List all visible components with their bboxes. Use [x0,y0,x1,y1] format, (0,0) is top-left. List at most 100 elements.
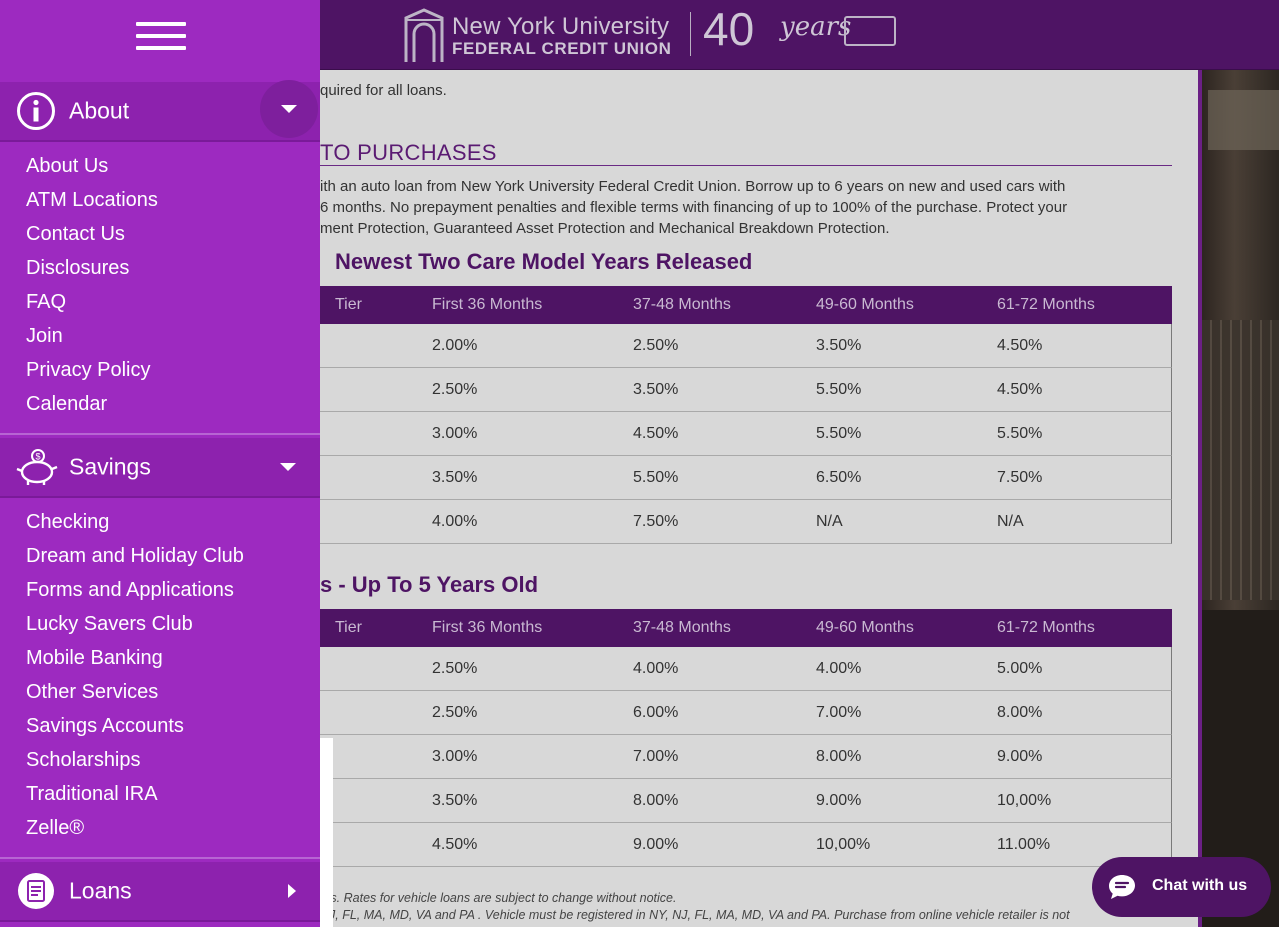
section-title: TO PURCHASES [320,140,497,165]
svg-text:$: $ [36,452,41,462]
header-cell: 49-60 Months [816,296,914,313]
table-cell: 3.00% [432,424,478,442]
table-cell: 4.50% [997,380,1043,398]
table-cell: 7.50% [633,512,679,530]
nyu-fcu-logo[interactable]: New York University FEDERAL CREDIT UNION… [400,3,900,66]
intro-line: ment Protection, Guaranteed Asset Protec… [320,220,890,237]
menu-item-atm-locations[interactable]: ATM Locations [0,183,320,217]
table-row: 3.50% 8.00% 9.00% 10,00% [320,779,1172,823]
chat-label: Chat with us [1152,877,1248,894]
table-header: Tier First 36 Months 37-48 Months 49-60 … [320,286,1172,324]
savings-submenu: Checking Dream and Holiday Club Forms an… [0,505,320,845]
footnote: nts. Rates for vehicle loans are subject… [320,891,677,905]
table-cell: N/A [997,512,1024,530]
menu-item-calendar[interactable]: Calendar [0,387,320,421]
table-cell: 6.00% [633,703,679,721]
menu-item-traditional-ira[interactable]: Traditional IRA [0,777,320,811]
menu-item-faq[interactable]: FAQ [0,285,320,319]
menu-section-label: Savings [69,453,151,480]
about-submenu: About Us ATM Locations Contact Us Disclo… [0,149,320,421]
table-cell: 4.00% [633,659,679,677]
table-row: 2.50% 3.50% 5.50% 4.50% [320,368,1172,412]
menu-divider [0,433,320,435]
table-cell: 4.50% [432,835,478,853]
table-cell: 6.50% [816,468,862,486]
table-cell: 8.00% [816,747,862,765]
menu-item-mobile-banking[interactable]: Mobile Banking [0,641,320,675]
menu-item-lucky-savers-club[interactable]: Lucky Savers Club [0,607,320,641]
table-row: 2.50% 6.00% 7.00% 8.00% [320,691,1172,735]
logo-line1: New York University [452,13,670,40]
stamp-icon [844,16,896,46]
sidebar-gap [320,738,333,927]
logo-years: years [780,12,852,42]
chevron-down-icon[interactable] [280,463,296,471]
menu-section-loans[interactable]: Loans [0,862,320,922]
hamburger-icon[interactable] [136,22,186,58]
header-cell: Tier [335,296,362,313]
header-cell: 61-72 Months [997,619,1095,636]
table-row: 3.00% 7.00% 8.00% 9.00% [320,735,1172,779]
table-row: 3.50% 5.50% 6.50% 7.50% [320,456,1172,500]
table-cell: 2.50% [432,380,478,398]
header-cell: 49-60 Months [816,619,914,636]
main-content: quired for all loans. TO PURCHASES ith a… [320,70,1198,927]
intro-line: ith an auto loan from New York Universit… [320,178,1066,195]
menu-item-dream-holiday-club[interactable]: Dream and Holiday Club [0,539,320,573]
table-cell: N/A [816,512,843,530]
table-cell: 3.50% [816,336,862,354]
table-row: 4.50% 9.00% 10,00% 11.00% [320,823,1172,867]
table-cell: 8.00% [633,791,679,809]
menu-section-about[interactable]: About [0,80,320,142]
menu-item-checking[interactable]: Checking [0,505,320,539]
table-cell: 7.00% [633,747,679,765]
menu-item-savings-accounts[interactable]: Savings Accounts [0,709,320,743]
chat-with-us-button[interactable]: Chat with us [1092,857,1271,917]
logo-line2: FEDERAL CREDIT UNION [452,39,672,58]
section-divider [320,165,1172,166]
header-cell: 37-48 Months [633,296,731,313]
menu-item-about-us[interactable]: About Us [0,149,320,183]
intro-line: 6 months. No prepayment penalties and fl… [320,199,1068,216]
rates-table-used: Tier First 36 Months 37-48 Months 49-60 … [320,609,1172,867]
table-cell: 5.50% [816,380,862,398]
menu-item-disclosures[interactable]: Disclosures [0,251,320,285]
table-cell: 2.50% [432,659,478,677]
table-cell: 10,00% [816,835,871,853]
table-cell: 5.00% [997,659,1043,677]
table1-title: Newest Two Care Model Years Released [335,249,753,274]
menu-item-zelle[interactable]: Zelle® [0,811,320,845]
header-cell: First 36 Months [432,296,543,313]
table-cell: 7.00% [816,703,862,721]
table-cell: 5.50% [816,424,862,442]
table-cell: 9.00% [633,835,679,853]
table-cell: 7.50% [997,468,1043,486]
table-row: 3.00% 4.50% 5.50% 5.50% [320,412,1172,456]
table-cell: 4.00% [816,659,862,677]
table-cell: 2.00% [432,336,478,354]
side-menu: About About Us ATM Locations Contact Us … [0,0,320,927]
table-cell: 5.50% [633,468,679,486]
required-note: quired for all loans. [320,82,447,99]
menu-item-join[interactable]: Join [0,319,320,353]
chevron-right-icon[interactable] [288,884,296,898]
menu-item-forms-applications[interactable]: Forms and Applications [0,573,320,607]
piggy-bank-icon: $ [16,449,58,485]
table-cell: 3.50% [432,791,478,809]
menu-section-label: Loans [69,877,132,904]
menu-section-savings[interactable]: $ Savings [0,438,320,498]
table-cell: 2.50% [432,703,478,721]
menu-item-privacy-policy[interactable]: Privacy Policy [0,353,320,387]
table-cell: 2.50% [633,336,679,354]
header-cell: 61-72 Months [997,296,1095,313]
table-cell: 5.50% [997,424,1043,442]
table-cell: 3.50% [432,468,478,486]
collapse-toggle[interactable] [260,80,318,138]
table-cell: 4.00% [432,512,478,530]
menu-item-other-services[interactable]: Other Services [0,675,320,709]
arch-logo-icon [404,8,444,62]
menu-item-scholarships[interactable]: Scholarships [0,743,320,777]
menu-item-contact-us[interactable]: Contact Us [0,217,320,251]
rates-table-new: Tier First 36 Months 37-48 Months 49-60 … [320,286,1172,544]
table-row: 4.00% 7.50% N/A N/A [320,500,1172,544]
